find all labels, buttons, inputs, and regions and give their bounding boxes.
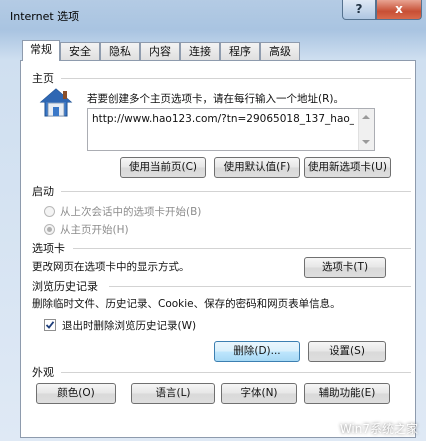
home-instruction: 若要创建多个主页选项卡，请在每行输入一个地址(R)。 <box>87 93 344 105</box>
appearance-heading: 外观 <box>32 366 54 379</box>
colors-button[interactable]: 颜色(O) <box>36 383 116 404</box>
dialog-window: Internet 选项 ? x 常规 安全 隐私 内容 连接 程序 高级 主页 … <box>0 0 426 441</box>
tab-programs[interactable]: 程序 <box>220 42 260 60</box>
close-button[interactable]: x <box>376 0 422 20</box>
tab-general[interactable]: 常规 <box>22 40 60 61</box>
divider <box>61 372 411 373</box>
divider <box>109 286 411 287</box>
tab-privacy[interactable]: 隐私 <box>100 42 140 60</box>
history-settings-button[interactable]: 设置(S) <box>308 341 386 362</box>
scroll-up-icon[interactable] <box>362 115 370 119</box>
accessibility-button[interactable]: 辅助功能(E) <box>304 383 390 404</box>
delete-history-button[interactable]: 删除(D)... <box>214 341 300 362</box>
use-default-button[interactable]: 使用默认值(F) <box>214 157 300 178</box>
url-scrollbar[interactable] <box>358 109 374 150</box>
radio-home-page[interactable] <box>44 224 55 235</box>
startup-heading: 启动 <box>32 185 54 198</box>
delete-on-exit-label: 退出时删除浏览历史记录(W) <box>62 320 197 332</box>
languages-button[interactable]: 语言(L) <box>131 383 215 404</box>
divider <box>61 78 411 79</box>
general-tab-panel: 主页 若要创建多个主页选项卡，请在每行输入一个地址(R)。 http://www… <box>20 60 416 438</box>
use-current-button[interactable]: 使用当前页(C) <box>120 157 206 178</box>
divider <box>73 248 411 249</box>
watermark: Win7系统之家 <box>339 422 418 436</box>
help-button[interactable]: ? <box>342 0 376 20</box>
tab-advanced[interactable]: 高级 <box>260 42 300 60</box>
tab-content[interactable]: 内容 <box>140 42 180 60</box>
home-page-heading: 主页 <box>32 72 54 85</box>
check-icon <box>45 321 55 329</box>
home-page-url-field[interactable]: http://www.hao123.com/?tn=29065018_137_h… <box>87 108 375 151</box>
tabs-description: 更改网页在选项卡中的显示方式。 <box>32 261 190 273</box>
radio-last-session[interactable] <box>44 206 55 217</box>
tab-connections[interactable]: 连接 <box>180 42 220 60</box>
tabs-heading: 选项卡 <box>32 242 65 255</box>
radio-last-session-label: 从上次会话中的选项卡开始(B) <box>60 206 202 218</box>
radio-home-page-label: 从主页开始(H) <box>60 224 129 236</box>
history-description: 删除临时文件、历史记录、Cookie、保存的密码和网页表单信息。 <box>32 298 341 310</box>
scroll-down-icon[interactable] <box>362 140 370 144</box>
fonts-button[interactable]: 字体(N) <box>221 383 297 404</box>
delete-on-exit-checkbox[interactable] <box>44 319 56 331</box>
home-icon <box>39 87 73 122</box>
tabs-settings-button[interactable]: 选项卡(T) <box>304 257 386 278</box>
title-bar: Internet 选项 ? x <box>0 0 426 28</box>
history-heading: 浏览历史记录 <box>32 280 98 293</box>
home-page-url-value: http://www.hao123.com/?tn=29065018_137_h… <box>92 113 354 125</box>
divider <box>61 191 411 192</box>
tab-security[interactable]: 安全 <box>60 42 100 60</box>
window-title: Internet 选项 <box>10 10 80 23</box>
use-new-tab-button[interactable]: 使用新选项卡(U) <box>304 157 391 178</box>
